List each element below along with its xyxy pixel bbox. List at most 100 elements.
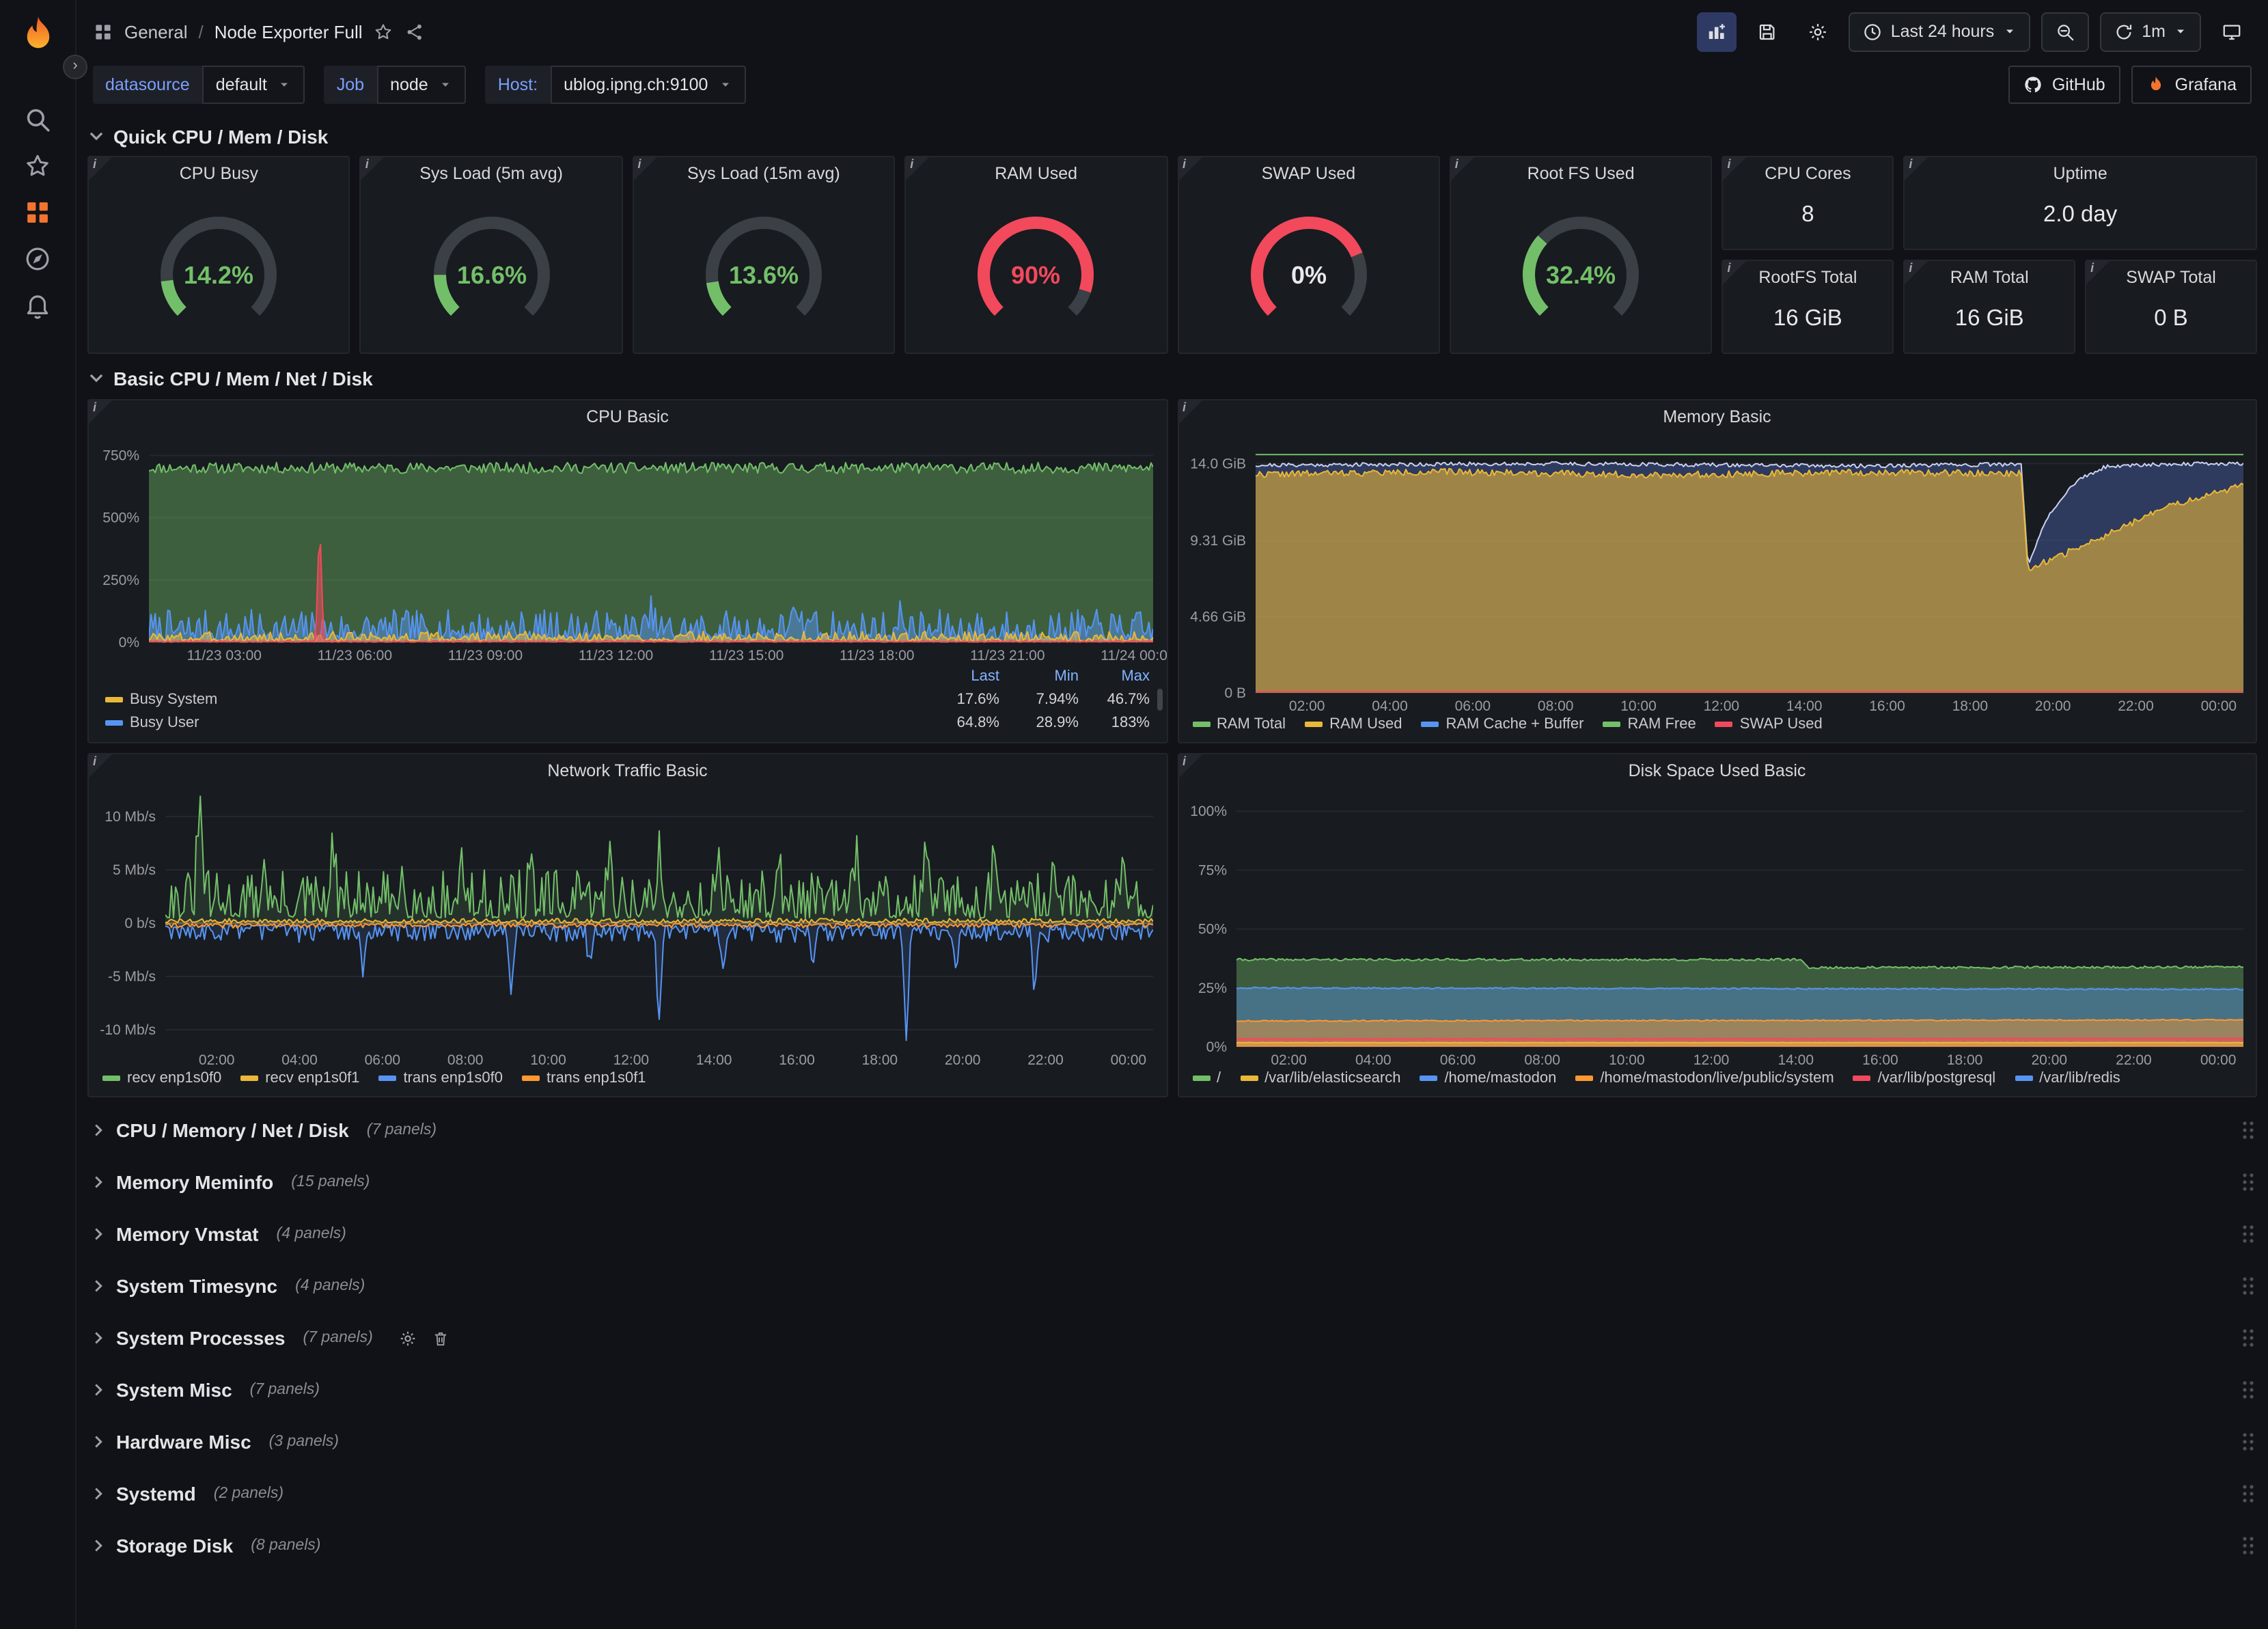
sidebar-bell-icon[interactable] xyxy=(23,291,52,320)
legend-series-toggle[interactable]: /home/mastodon/live/public/system xyxy=(1575,1070,1834,1086)
star-icon[interactable] xyxy=(374,21,394,42)
chart-network[interactable]: -10 Mb/s-5 Mb/s0 b/s5 Mb/s10 Mb/s02:0004… xyxy=(89,789,1166,1070)
legend-scrollbar[interactable] xyxy=(1157,689,1162,711)
row-toggle-systemd[interactable]: Systemd(2 panels) xyxy=(87,1468,2257,1520)
drag-handle-icon[interactable] xyxy=(2242,1536,2254,1555)
save-dashboard-button[interactable] xyxy=(1747,12,1787,51)
row-toggle-system-processes[interactable]: System Processes(7 panels) xyxy=(87,1312,2257,1364)
row-toggle-cpu-memory-net-disk[interactable]: CPU / Memory / Net / Disk(7 panels) xyxy=(87,1104,2257,1156)
variable-value-dropdown[interactable]: ublog.ipng.ch:9100 xyxy=(550,66,746,104)
dashboard-settings-button[interactable] xyxy=(1798,12,1838,51)
legend-series-toggle[interactable]: trans enp1s0f1 xyxy=(522,1070,646,1086)
panel-title[interactable]: Sys Load (5m avg) xyxy=(361,157,622,191)
variable-value-dropdown[interactable]: node xyxy=(376,66,467,104)
drag-handle-icon[interactable] xyxy=(2242,1276,2254,1296)
drag-handle-icon[interactable] xyxy=(2242,1484,2254,1503)
zoom-out-button[interactable] xyxy=(2041,12,2088,51)
panel-info-corner-icon[interactable]: i xyxy=(1178,157,1202,180)
panel-info-corner-icon[interactable]: i xyxy=(1178,400,1202,424)
legend-series-toggle[interactable]: /var/lib/redis xyxy=(2015,1070,2120,1086)
panel-title[interactable]: SWAP Total xyxy=(2086,261,2256,295)
panel-title[interactable]: Uptime xyxy=(1905,157,2256,191)
sidebar-apps-icon[interactable] xyxy=(23,198,52,227)
legend-series-toggle[interactable]: Busy System xyxy=(105,691,920,707)
share-icon[interactable] xyxy=(405,21,426,42)
panel-info-corner-icon[interactable]: i xyxy=(89,157,112,180)
gear-small-icon[interactable] xyxy=(399,1329,417,1347)
chart-disk[interactable]: 0%25%50%75%100%02:0004:0006:0008:0010:00… xyxy=(1178,789,2256,1070)
row-toggle-system-timesync[interactable]: System Timesync(4 panels) xyxy=(87,1260,2257,1312)
legend-column-header[interactable]: Max xyxy=(1079,668,1150,685)
panel-info-corner-icon[interactable]: i xyxy=(634,157,657,180)
panel-info-corner-icon[interactable]: i xyxy=(89,754,112,778)
refresh-button[interactable]: 1m xyxy=(2099,12,2201,51)
legend-series-toggle[interactable]: /var/lib/elasticsearch xyxy=(1240,1070,1400,1086)
panel-title[interactable]: RAM Used xyxy=(906,157,1166,191)
panel-title[interactable]: Root FS Used xyxy=(1451,157,1711,191)
legend-series-toggle[interactable]: RAM Total xyxy=(1192,716,1286,733)
chart-cpu[interactable]: 0%250%500%750%11/23 03:0011/23 06:0011/2… xyxy=(89,435,1166,666)
legend-series-toggle[interactable]: RAM Cache + Buffer xyxy=(1421,716,1584,733)
legend-series-toggle[interactable]: / xyxy=(1192,1070,1221,1086)
panel-info-corner-icon[interactable]: i xyxy=(361,157,385,180)
drag-handle-icon[interactable] xyxy=(2242,1380,2254,1399)
panel-title[interactable]: Memory Basic xyxy=(1178,400,2256,435)
legend-series-toggle[interactable]: trans enp1s0f0 xyxy=(378,1070,503,1086)
drag-handle-icon[interactable] xyxy=(2242,1432,2254,1451)
sidebar-compass-icon[interactable] xyxy=(23,245,52,273)
legend-column-header[interactable]: Last xyxy=(920,668,999,685)
panel-title[interactable]: Sys Load (15m avg) xyxy=(634,157,894,191)
row-toggle-quick-cpu-mem-disk[interactable]: Quick CPU / Mem / Disk xyxy=(87,116,2257,156)
panel-info-corner-icon[interactable]: i xyxy=(1178,754,1202,778)
add-panel-button[interactable] xyxy=(1697,12,1737,51)
panel-info-corner-icon[interactable]: i xyxy=(2086,261,2110,284)
row-toggle-storage-disk[interactable]: Storage Disk(8 panels) xyxy=(87,1520,2257,1572)
panel-title[interactable]: Network Traffic Basic xyxy=(89,754,1166,789)
legend-series-toggle[interactable]: RAM Used xyxy=(1305,716,1402,733)
panel-title[interactable]: SWAP Used xyxy=(1178,157,1439,191)
panel-info-corner-icon[interactable]: i xyxy=(1905,157,1928,180)
legend-series-toggle[interactable]: RAM Free xyxy=(1603,716,1696,733)
drag-handle-icon[interactable] xyxy=(2242,1224,2254,1244)
panel-cpu-basic: iCPU Basic0%250%500%750%11/23 03:0011/23… xyxy=(87,399,1167,743)
panel-info-corner-icon[interactable]: i xyxy=(906,157,929,180)
drag-handle-icon[interactable] xyxy=(2242,1173,2254,1192)
legend-series-toggle[interactable]: /var/lib/postgresql xyxy=(1853,1070,1995,1086)
panel-title[interactable]: CPU Basic xyxy=(89,400,1166,435)
time-range-button[interactable]: Last 24 hours xyxy=(1849,12,2030,51)
legend-series-toggle[interactable]: Busy User xyxy=(105,714,920,730)
drag-handle-icon[interactable] xyxy=(2242,1121,2254,1140)
row-toggle-basic-cpu-mem-net-disk[interactable]: Basic CPU / Mem / Net / Disk xyxy=(87,358,2257,398)
panel-info-corner-icon[interactable]: i xyxy=(1724,157,1747,180)
panel-info-corner-icon[interactable]: i xyxy=(1724,261,1747,284)
legend-series-toggle[interactable]: /home/mastodon xyxy=(1420,1070,1556,1086)
panel-info-corner-icon[interactable]: i xyxy=(1905,261,1928,284)
row-toggle-system-misc[interactable]: System Misc(7 panels) xyxy=(87,1364,2257,1416)
sidebar-search-icon[interactable] xyxy=(23,105,52,134)
row-toggle-hardware-misc[interactable]: Hardware Misc(3 panels) xyxy=(87,1416,2257,1468)
panel-title[interactable]: RootFS Total xyxy=(1724,261,1893,295)
panel-title[interactable]: CPU Cores xyxy=(1724,157,1893,191)
grafana-link-button[interactable]: Grafana xyxy=(2131,66,2252,104)
kiosk-mode-button[interactable] xyxy=(2212,12,2252,51)
panel-title[interactable]: CPU Busy xyxy=(89,157,349,191)
breadcrumb-section[interactable]: General xyxy=(124,21,188,42)
chart-memory[interactable]: 0 B4.66 GiB9.31 GiB14.0 GiB02:0004:0006:… xyxy=(1178,435,2256,716)
trash-icon[interactable] xyxy=(432,1329,450,1347)
row-toggle-memory-meminfo[interactable]: Memory Meminfo(15 panels) xyxy=(87,1156,2257,1208)
legend-series-toggle[interactable]: recv enp1s0f1 xyxy=(240,1070,359,1086)
panel-info-corner-icon[interactable]: i xyxy=(1451,157,1474,180)
variable-value-dropdown[interactable]: default xyxy=(202,66,305,104)
drag-handle-icon[interactable] xyxy=(2242,1328,2254,1347)
github-link-button[interactable]: GitHub xyxy=(2008,66,2120,104)
panel-info-corner-icon[interactable]: i xyxy=(89,400,112,424)
grafana-logo-icon[interactable] xyxy=(16,14,59,57)
legend-column-header[interactable]: Min xyxy=(999,668,1079,685)
sidebar-expand-toggle[interactable]: › xyxy=(63,55,87,79)
panel-title[interactable]: RAM Total xyxy=(1905,261,2074,295)
legend-series-toggle[interactable]: SWAP Used xyxy=(1715,716,1823,733)
row-toggle-memory-vmstat[interactable]: Memory Vmstat(4 panels) xyxy=(87,1208,2257,1260)
panel-title[interactable]: Disk Space Used Basic xyxy=(1178,754,2256,789)
legend-series-toggle[interactable]: recv enp1s0f0 xyxy=(102,1070,221,1086)
sidebar-star-icon[interactable] xyxy=(23,152,52,180)
